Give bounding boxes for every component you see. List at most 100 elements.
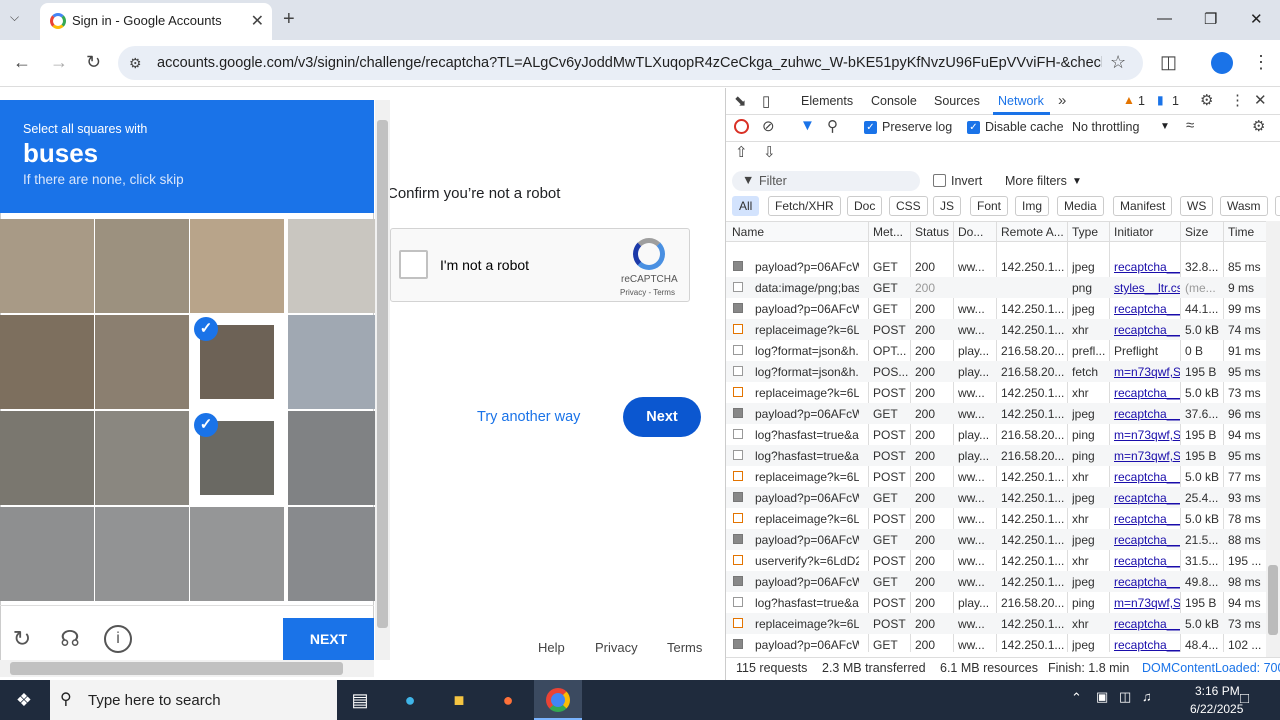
maximize-icon[interactable]: ❐ [1204,10,1217,28]
column-header[interactable]: Type [1072,225,1098,239]
minimize-icon[interactable]: — [1157,10,1172,27]
firefox-icon[interactable]: ● [494,686,522,714]
horizontal-scroll-thumb[interactable] [10,662,343,675]
active-tab[interactable]: Sign in - Google Accounts ✕ [40,3,272,40]
table-row[interactable]: replaceimage?k=6L... POST 200 ww... 142.250.… [726,466,1270,487]
table-row[interactable]: log?hasfast=true&a... POST 200 play... 216.5… [726,592,1270,613]
new-tab-icon[interactable]: + [283,8,295,31]
clock-date[interactable]: 6/22/2025 [1190,702,1243,716]
captcha-tile[interactable] [288,219,382,313]
captcha-tile[interactable] [95,219,189,313]
chevron-down-icon[interactable]: ▼ [1160,121,1170,132]
captcha-tile[interactable] [95,315,189,409]
captcha-tile[interactable] [95,507,189,601]
table-row[interactable]: log?hasfast=true&a... POST 200 play... 216.5… [726,424,1270,445]
inspect-element-icon[interactable]: ⬊ [734,92,747,110]
window-close-icon[interactable]: ✕ [1250,10,1263,28]
recaptcha-privacy-terms[interactable]: Privacy - Terms [620,288,675,297]
table-row[interactable]: payload?p=06AFcW... GET 200 ww... 142.250.1.… [726,634,1270,655]
throttling-select[interactable]: No throttling [1072,120,1139,134]
filter-chip-js[interactable]: JS [933,196,962,216]
footer-help-link[interactable]: Help [538,640,565,655]
next-button[interactable]: Next [623,397,701,437]
tab-network[interactable]: Network [998,94,1044,108]
tab-console[interactable]: Console [871,94,917,108]
captcha-tile[interactable] [288,411,382,505]
network-settings-icon[interactable]: ⚙ [1252,117,1265,135]
filter-chip-font[interactable]: Font [970,196,1009,216]
vertical-scroll-thumb[interactable] [377,120,388,628]
info-icon[interactable]: i [104,625,132,653]
table-row[interactable]: payload?p=06AFcW... GET 200 ww... 142.250.1.… [726,298,1270,319]
tab-close-icon[interactable]: ✕ [251,11,264,31]
table-row[interactable]: log?format=json&h... OPT... 200 play... 216.… [726,340,1270,361]
network-conditions-icon[interactable]: ≈ [1186,117,1194,134]
filter-chip-img[interactable]: Img [1015,196,1050,216]
tab-search-icon[interactable]: ⌵ [10,10,19,25]
filter-chip-doc[interactable]: Doc [847,196,883,216]
devtools-close-icon[interactable]: ✕ [1254,91,1267,109]
refresh-icon[interactable]: ↻ [8,625,36,653]
table-row[interactable]: log?format=json&h... POS... 200 play... 216.… [726,361,1270,382]
captcha-tile[interactable] [190,507,284,601]
recaptcha-checkbox[interactable] [399,250,428,279]
column-header[interactable]: Initiator [1114,225,1153,239]
device-toolbar-icon[interactable]: ▯ [762,92,770,110]
extensions-icon[interactable]: ◫ [1160,52,1177,73]
captcha-tile[interactable] [0,507,94,601]
table-row[interactable]: replaceimage?k=6L... POST 200 ww... 142.250.… [726,382,1270,403]
reload-icon[interactable]: ↻ [86,52,101,73]
clock-time[interactable]: 3:16 PM [1195,684,1240,698]
clear-icon[interactable]: ⊘ [762,117,775,135]
table-row[interactable]: payload?p=06AFcW... GET 200 ww... 142.250.1.… [726,403,1270,424]
export-har-icon[interactable]: ⇩ [763,143,776,161]
edge-icon[interactable]: ● [396,686,424,714]
captcha-tile[interactable] [288,507,382,601]
bookmark-star-icon[interactable]: ☆ [1110,52,1126,73]
url-text[interactable]: accounts.google.com/v3/signin/challenge/… [157,55,1102,71]
filter-chip-ws[interactable]: WS [1180,196,1214,216]
tray-device-icon[interactable]: ▣ [1096,689,1108,705]
table-row[interactable]: payload?p=06AFcW... GET 200 ww... 142.250.1.… [726,571,1270,592]
table-row[interactable]: payload?p=06AFcW... GET 200 ww... 142.250.1.… [726,256,1270,277]
captcha-tile[interactable] [288,315,382,409]
filter-chip-fetchxhr[interactable]: Fetch/XHR [768,196,841,216]
column-header[interactable]: Size [1185,225,1208,239]
table-row[interactable]: payload?p=06AFcW... GET 200 ww... 142.250.1.… [726,529,1270,550]
file-explorer-icon[interactable]: ■ [445,686,473,714]
filter-chip-wasm[interactable]: Wasm [1220,196,1268,216]
footer-privacy-link[interactable]: Privacy [595,640,638,655]
column-header[interactable]: Met... [873,225,903,239]
forward-icon[interactable]: → [50,52,68,73]
filter-chip-css[interactable]: CSS [889,196,928,216]
invert-checkbox[interactable] [933,174,946,187]
captcha-tile[interactable] [95,411,189,505]
site-info-icon[interactable]: ⚙ [129,55,142,72]
filter-icon[interactable]: ▼ [800,117,815,134]
audio-challenge-icon[interactable]: ☊ [56,625,84,653]
more-filters-dropdown[interactable]: More filters [1005,174,1067,188]
filter-chip-manifest[interactable]: Manifest [1113,196,1173,216]
tab-sources[interactable]: Sources [934,94,980,108]
captcha-tile[interactable] [0,411,94,505]
chevron-down-icon[interactable]: ▼ [1072,176,1082,187]
filter-chip-all[interactable]: All [732,196,760,216]
table-row[interactable]: replaceimage?k=6L... POST 200 ww... 142.250.… [726,508,1270,529]
volume-icon[interactable]: ♫ [1142,689,1152,704]
captcha-tile[interactable] [190,219,284,313]
filter-chip-media[interactable]: Media [1057,196,1104,216]
table-scroll-thumb[interactable] [1268,565,1278,635]
table-row[interactable]: replaceimage?k=6L... POST 200 ww... 142.250.… [726,613,1270,634]
column-header[interactable]: Name [732,225,764,239]
task-view-icon[interactable]: ▤ [346,686,374,714]
column-header[interactable]: Status [915,225,949,239]
table-row[interactable]: log?hasfast=true&a... POST 200 play... 216.5… [726,445,1270,466]
tray-chevron-icon[interactable]: ⌃ [1071,690,1082,706]
table-row[interactable]: replaceimage?k=6L... POST 200 ww... 142.250.… [726,319,1270,340]
filter-chip-other[interactable]: Other [1275,196,1280,216]
devtools-settings-icon[interactable]: ⚙ [1200,91,1213,109]
table-row[interactable]: userverify?k=6LdD2... POST 200 ww... 142.250… [726,550,1270,571]
captcha-tile[interactable] [0,219,94,313]
search-icon[interactable]: ⚲ [827,117,838,135]
table-row[interactable]: payload?p=06AFcW... GET 200 ww... 142.250.1.… [726,487,1270,508]
